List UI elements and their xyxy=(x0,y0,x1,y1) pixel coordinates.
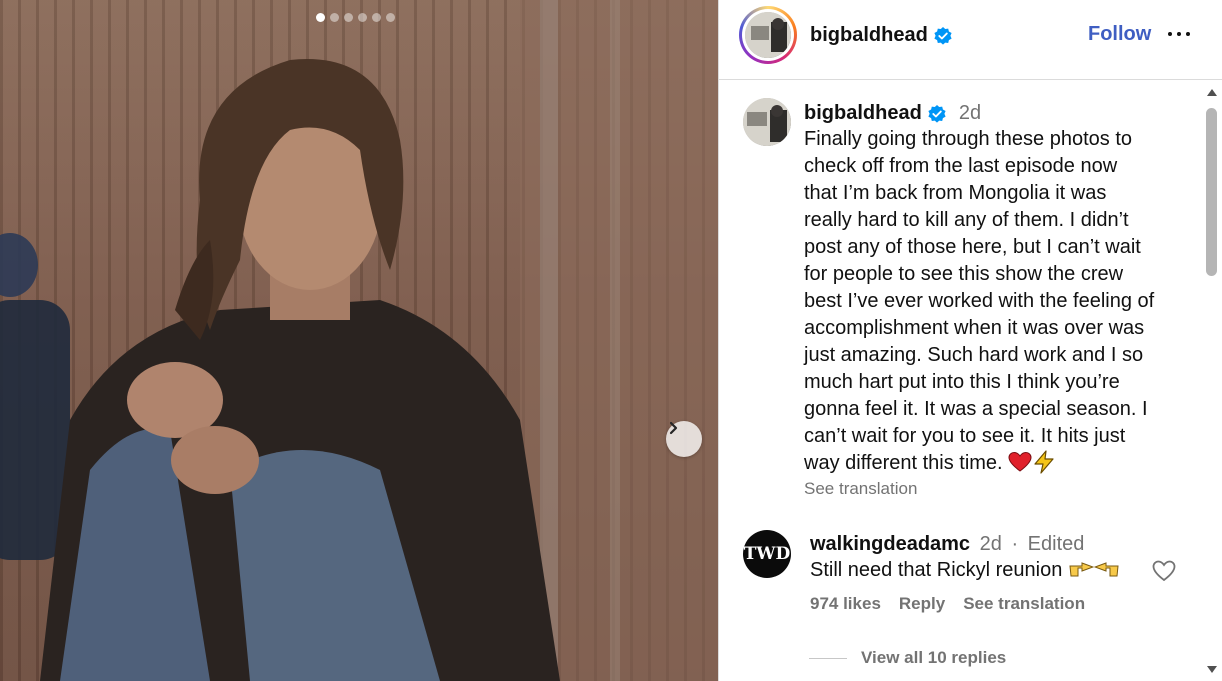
comment-item: walkingdeadamc 2d · Edited Still need th… xyxy=(810,532,1170,614)
view-replies-button[interactable]: View all 10 replies xyxy=(809,648,1006,668)
post-header: bigbaldhead Follow xyxy=(719,0,1222,80)
post-media[interactable] xyxy=(0,0,718,681)
comment-see-translation[interactable]: See translation xyxy=(963,594,1085,614)
scroll-up-arrow-icon[interactable] xyxy=(1207,88,1217,96)
scrollbar-thumb[interactable] xyxy=(1206,108,1217,276)
caption-author-avatar[interactable] xyxy=(743,98,791,146)
carousel-next-button[interactable] xyxy=(666,421,702,457)
post-side-panel: bigbaldhead Follow bigbaldhead 2d Finall… xyxy=(718,0,1222,681)
comment-edited-label: Edited xyxy=(1027,533,1085,555)
author-avatar[interactable] xyxy=(739,6,797,64)
comment-text: Still need that Rickyl reunion xyxy=(810,559,1063,581)
panel-scrollbar[interactable] xyxy=(1201,82,1222,681)
post-photo xyxy=(0,0,718,681)
replies-divider xyxy=(809,657,847,659)
author-username[interactable]: bigbaldhead xyxy=(810,24,953,47)
avatar xyxy=(745,12,791,58)
lightning-bolt-icon xyxy=(1034,450,1054,474)
caption-text: Finally going through these photos to ch… xyxy=(804,128,1155,474)
verified-badge-icon xyxy=(928,104,946,123)
commenter-avatar-logo: TWD xyxy=(743,544,791,564)
caption-see-translation[interactable]: See translation xyxy=(804,479,917,499)
commenter-avatar[interactable]: TWD xyxy=(743,530,791,578)
carousel-dot xyxy=(344,13,353,22)
carousel-indicator xyxy=(316,13,395,22)
comment-reply-button[interactable]: Reply xyxy=(899,594,945,614)
more-options-icon[interactable] xyxy=(1168,26,1194,42)
comment-separator: · xyxy=(1011,533,1019,555)
scroll-down-arrow-icon[interactable] xyxy=(1207,666,1217,674)
carousel-dot xyxy=(330,13,339,22)
carousel-dot xyxy=(386,13,395,22)
carousel-dot xyxy=(316,13,325,22)
comment-like-heart-icon[interactable] xyxy=(1152,560,1176,582)
follow-button[interactable]: Follow xyxy=(1088,23,1151,46)
carousel-dot xyxy=(372,13,381,22)
author-username-text[interactable]: bigbaldhead xyxy=(810,24,928,46)
chevron-right-icon xyxy=(669,421,678,435)
caption-timestamp[interactable]: 2d xyxy=(959,102,981,124)
post-caption: bigbaldhead 2d Finally going through the… xyxy=(804,100,1189,499)
comment-username[interactable]: walkingdeadamc xyxy=(810,533,970,555)
comment-timestamp[interactable]: 2d xyxy=(980,533,1002,555)
caption-username[interactable]: bigbaldhead xyxy=(804,102,922,124)
view-replies-label[interactable]: View all 10 replies xyxy=(861,648,1006,668)
carousel-dot xyxy=(358,13,367,22)
pointing-right-hand-icon xyxy=(1069,562,1095,577)
comment-likes[interactable]: 974 likes xyxy=(810,594,881,614)
red-heart-icon xyxy=(1008,451,1032,472)
pointing-left-hand-icon xyxy=(1093,562,1119,577)
verified-badge-icon xyxy=(934,26,952,45)
